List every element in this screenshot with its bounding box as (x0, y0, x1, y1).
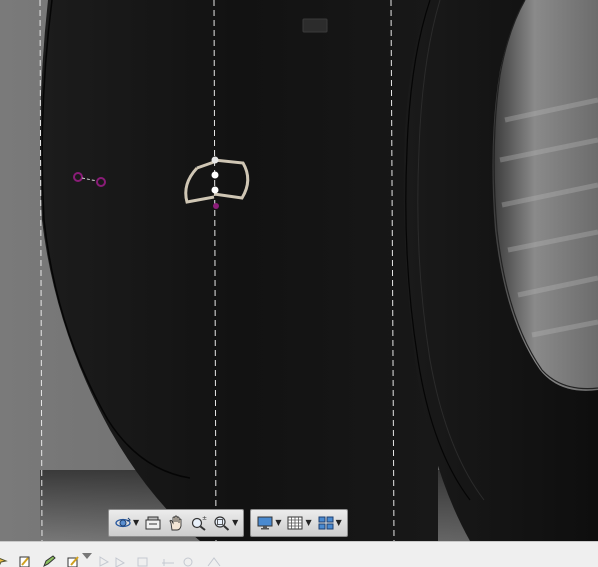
look-at-icon (145, 516, 161, 530)
zoom-window-button[interactable]: ▼ (212, 512, 239, 534)
chevron-down-icon[interactable]: ▼ (133, 519, 139, 527)
next-icon[interactable] (80, 551, 94, 563)
selection-filter-icon[interactable] (66, 555, 80, 567)
svg-text:±: ± (202, 515, 207, 522)
model-canvas[interactable] (0, 0, 598, 541)
chevron-down-icon[interactable]: ▼ (336, 519, 342, 527)
orbit-button[interactable]: ▼ (113, 512, 140, 534)
sketch-icon[interactable] (18, 555, 32, 567)
zoom-window-icon (214, 516, 230, 531)
chevron-down-icon[interactable]: ▼ (305, 519, 311, 527)
pan-hand-icon (169, 515, 182, 531)
monitor-icon (257, 516, 273, 530)
navigation-toolbar: ▼ ± ▼ ▼ ▼ ▼ (108, 509, 348, 537)
navigation-tools-group: ▼ ± ▼ (108, 509, 245, 537)
chevron-down-icon[interactable]: ▼ (275, 519, 281, 527)
grid-button[interactable]: ▼ (285, 512, 312, 534)
look-at-button[interactable] (143, 512, 163, 534)
status-bar (0, 541, 598, 567)
orbit-icon (115, 517, 131, 528)
select-icon[interactable] (0, 555, 8, 567)
viewports-button[interactable]: ▼ (316, 512, 343, 534)
edit-icon[interactable] (42, 555, 56, 567)
zoom-icon: ± (192, 515, 207, 531)
3d-viewport[interactable]: ▼ ± ▼ ▼ ▼ ▼ (0, 0, 598, 541)
grid-icon (287, 516, 303, 530)
pan-button[interactable] (166, 512, 186, 534)
display-tools-group: ▼ ▼ ▼ (250, 509, 348, 537)
zoom-button[interactable]: ± (189, 512, 209, 534)
viewports-icon (318, 516, 334, 530)
chevron-down-icon[interactable]: ▼ (232, 519, 238, 527)
faded-tool-icons (99, 556, 221, 567)
display-settings-button[interactable]: ▼ (255, 512, 282, 534)
view-marker (302, 18, 328, 33)
